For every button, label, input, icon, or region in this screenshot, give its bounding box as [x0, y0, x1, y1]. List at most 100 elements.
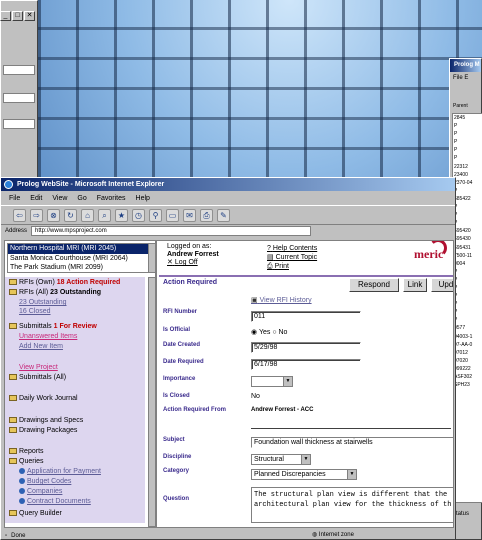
- tree-item[interactable]: P: [454, 138, 482, 146]
- nav-drawings[interactable]: Drawings and Specs: [9, 417, 83, 424]
- menu-favorites[interactable]: Favorites: [97, 195, 126, 202]
- menu-edit[interactable]: Edit: [30, 195, 42, 202]
- project-item[interactable]: Northern Hospital MRI (MRI 2045): [8, 244, 152, 254]
- print-icon[interactable]: ⎙: [200, 208, 213, 222]
- nav-closed[interactable]: 16 Closed: [19, 308, 51, 315]
- close-button[interactable]: ✕: [24, 11, 35, 21]
- tree-item[interactable]: 7500-11: [454, 252, 482, 260]
- rfi-number-input[interactable]: 011: [251, 311, 361, 322]
- nav-scrollbar[interactable]: [148, 277, 156, 527]
- tree-item[interactable]: 2370-04: [454, 179, 482, 187]
- stop-icon[interactable]: ⊗: [47, 208, 60, 222]
- fullscreen-icon[interactable]: ▭: [166, 208, 179, 222]
- tree-item[interactable]: 685422: [454, 195, 482, 203]
- update-button[interactable]: Upd: [431, 278, 453, 292]
- tree-item[interactable]: 0004: [454, 260, 482, 268]
- nav-rfi-own[interactable]: RFIs (Own) 18 Action Required: [9, 279, 120, 286]
- tree-item[interactable]: P: [454, 292, 482, 300]
- tree-item[interactable]: 97020: [454, 357, 482, 365]
- nav-query-budget[interactable]: Budget Codes: [19, 478, 71, 485]
- search-icon[interactable]: ⌕: [98, 208, 111, 222]
- tree-item[interactable]: P: [454, 146, 482, 154]
- tree-item[interactable]: ASF302: [454, 373, 482, 381]
- tree-item[interactable]: 695420: [454, 227, 482, 235]
- tree-item[interactable]: 97-AA-0: [454, 341, 482, 349]
- tree-item[interactable]: P: [454, 268, 482, 276]
- tree-item[interactable]: 22312: [454, 163, 482, 171]
- nav-queries[interactable]: Queries: [9, 458, 44, 465]
- tree-item[interactable]: 2845: [454, 114, 482, 122]
- minimize-button[interactable]: _: [0, 11, 11, 21]
- maximize-button[interactable]: □: [12, 11, 23, 21]
- tree-item[interactable]: P: [454, 284, 482, 292]
- date-created-input[interactable]: 5/29/98: [251, 342, 361, 353]
- tree-item[interactable]: P: [454, 154, 482, 162]
- nav-view-project[interactable]: View Project: [19, 364, 58, 371]
- project-item[interactable]: The Park Stadium (MRI 2099): [8, 263, 152, 273]
- tree-item[interactable]: P: [454, 308, 482, 316]
- tree-item[interactable]: P: [454, 187, 482, 195]
- tree-item[interactable]: 97012: [454, 349, 482, 357]
- home-icon[interactable]: ⌂: [81, 208, 94, 222]
- project-list[interactable]: Northern Hospital MRI (MRI 2045) Santa M…: [7, 243, 153, 273]
- nav-outstanding[interactable]: 23 Outstanding: [19, 299, 66, 306]
- nav-query-companies[interactable]: Companies: [19, 488, 62, 495]
- subject-input[interactable]: Foundation wall thickness at stairwells: [251, 437, 453, 448]
- menu-go[interactable]: Go: [77, 195, 86, 202]
- project-scrollbar[interactable]: [148, 243, 156, 273]
- nav-unanswered[interactable]: Unanswered Items: [19, 333, 77, 340]
- nav-reports[interactable]: Reports: [9, 448, 44, 455]
- menu-bar[interactable]: File E: [453, 75, 468, 81]
- current-topic-link[interactable]: ▤ Current Topic: [267, 253, 317, 262]
- print-link[interactable]: ⎙ Print: [267, 262, 317, 271]
- nav-query-contracts[interactable]: Contract Documents: [19, 498, 91, 505]
- nav-query-builder[interactable]: Query Builder: [9, 510, 62, 517]
- rfi-history-link[interactable]: ▣ View RFI History: [251, 296, 312, 304]
- tree-item[interactable]: SPH23: [454, 381, 482, 389]
- tree-item[interactable]: 23400: [454, 171, 482, 179]
- question-textarea[interactable]: The structural plan view is different th…: [251, 487, 453, 523]
- category-select[interactable]: Planned Discrepancies ▼: [251, 469, 357, 480]
- nav-add-new[interactable]: Add New Item: [19, 343, 63, 350]
- nav-query-payment[interactable]: Application for Payment: [19, 468, 101, 475]
- tree-item[interactable]: P: [454, 219, 482, 227]
- tree-item[interactable]: 0577: [454, 324, 482, 332]
- nav-daily-journal[interactable]: Daily Work Journal: [9, 395, 78, 402]
- tree-item[interactable]: 999222: [454, 365, 482, 373]
- no-radio[interactable]: ○: [272, 329, 276, 336]
- discipline-select[interactable]: Structural ▼: [251, 454, 311, 465]
- project-item[interactable]: Santa Monica Courthouse (MRI 2064): [8, 254, 152, 264]
- nav-submittals-all[interactable]: Submittals (All): [9, 374, 66, 381]
- tree-item[interactable]: P: [454, 316, 482, 324]
- project-tree[interactable]: 2845PPPPP22312234002370-04P685422PPP6954…: [452, 113, 482, 503]
- mail-icon[interactable]: ✉: [183, 208, 196, 222]
- edit-icon[interactable]: ✎: [217, 208, 230, 222]
- help-contents-link[interactable]: ? Help Contents: [267, 244, 317, 253]
- nav-drawing-packages[interactable]: Drawing Packages: [9, 427, 77, 434]
- tree-item[interactable]: P: [454, 211, 482, 219]
- nav-rfi-all[interactable]: RFIs (All) 23 Outstanding: [9, 289, 101, 296]
- field[interactable]: [3, 65, 35, 75]
- tree-item[interactable]: P: [454, 130, 482, 138]
- back-icon[interactable]: ⇦: [13, 208, 26, 222]
- favorites-icon[interactable]: ★: [115, 208, 128, 222]
- tree-item[interactable]: 94003-1: [454, 333, 482, 341]
- address-input[interactable]: http://www.mpsproject.com: [31, 226, 312, 236]
- tree-item[interactable]: P: [454, 203, 482, 211]
- refresh-icon[interactable]: ↻: [64, 208, 77, 222]
- nav-submittals[interactable]: Submittals 1 For Review: [9, 323, 97, 330]
- channels-icon[interactable]: ⚲: [149, 208, 162, 222]
- field[interactable]: [3, 119, 35, 129]
- yes-radio[interactable]: ◉: [251, 329, 257, 336]
- respond-button[interactable]: Respond: [349, 278, 399, 292]
- link-button[interactable]: Link: [403, 278, 427, 292]
- menu-file[interactable]: File: [9, 195, 20, 202]
- tree-item[interactable]: P: [454, 300, 482, 308]
- menu-view[interactable]: View: [52, 195, 67, 202]
- forward-icon[interactable]: ⇨: [30, 208, 43, 222]
- tree-item[interactable]: P: [454, 122, 482, 130]
- importance-select[interactable]: ▼: [251, 376, 293, 387]
- logoff-link[interactable]: ✕ Log Off: [167, 259, 219, 267]
- tree-item[interactable]: 695431: [454, 244, 482, 252]
- tree-item[interactable]: 695430: [454, 235, 482, 243]
